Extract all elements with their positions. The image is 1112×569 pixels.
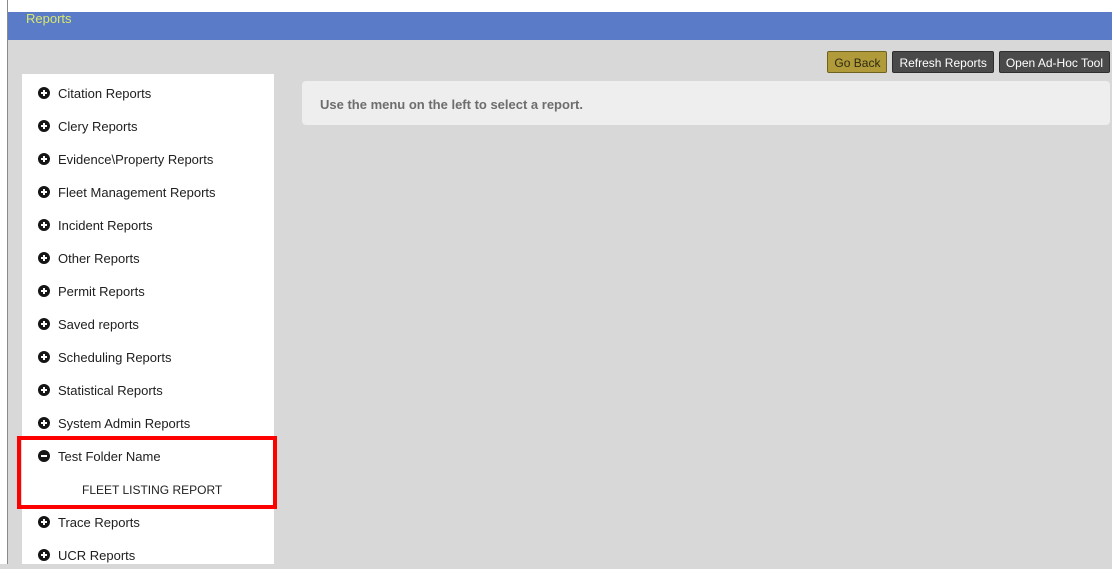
header-bar: Reports <box>8 0 1112 40</box>
plus-circle-icon <box>38 219 50 231</box>
sidebar-item-test-folder-name[interactable]: Test Folder Name <box>22 442 274 470</box>
plus-circle-icon <box>38 549 50 561</box>
plus-circle-icon <box>38 120 50 132</box>
go-back-button[interactable]: Go Back <box>827 51 888 73</box>
plus-circle-icon <box>38 318 50 330</box>
plus-circle-icon <box>38 285 50 297</box>
sidebar-item-label: Test Folder Name <box>58 448 161 464</box>
message-panel: Use the menu on the left to select a rep… <box>302 81 1110 125</box>
sidebar-item-scheduling-reports[interactable]: Scheduling Reports <box>22 343 274 371</box>
instruction-message: Use the menu on the left to select a rep… <box>320 97 583 112</box>
report-menu: Citation Reports Clery Reports Evidence\… <box>22 74 274 564</box>
sidebar-item-label: Scheduling Reports <box>58 349 172 365</box>
sidebar-item-label: UCR Reports <box>58 547 136 563</box>
open-adhoc-tool-button[interactable]: Open Ad-Hoc Tool <box>998 51 1110 73</box>
plus-circle-icon <box>38 417 50 429</box>
sidebar-item-label: Citation Reports <box>58 85 152 101</box>
sidebar-item-ucr-reports[interactable]: UCR Reports <box>22 541 274 569</box>
plus-circle-icon <box>38 384 50 396</box>
sidebar-item-label: Evidence\Property Reports <box>58 151 214 167</box>
sidebar-item-label: Incident Reports <box>58 217 153 233</box>
toolbar: Go Back Refresh Reports Open Ad-Hoc Tool <box>827 51 1110 73</box>
sidebar-item-system-admin-reports[interactable]: System Admin Reports <box>22 409 274 437</box>
sidebar-item-label: Fleet Management Reports <box>58 184 216 200</box>
plus-circle-icon <box>38 153 50 165</box>
plus-circle-icon <box>38 252 50 264</box>
plus-circle-icon <box>38 516 50 528</box>
sidebar-item-other-reports[interactable]: Other Reports <box>22 244 274 272</box>
plus-circle-icon <box>38 87 50 99</box>
sidebar-item-label: Permit Reports <box>58 283 145 299</box>
sidebar-item-label: Clery Reports <box>58 118 138 134</box>
sidebar-item-clery-reports[interactable]: Clery Reports <box>22 112 274 140</box>
plus-circle-icon <box>38 186 50 198</box>
page-title: Reports <box>26 11 72 26</box>
sidebar-item-statistical-reports[interactable]: Statistical Reports <box>22 376 274 404</box>
sidebar-item-incident-reports[interactable]: Incident Reports <box>22 211 274 239</box>
sidebar-item-citation-reports[interactable]: Citation Reports <box>22 79 274 107</box>
sidebar-item-fleet-management-reports[interactable]: Fleet Management Reports <box>22 178 274 206</box>
sidebar-item-label: Other Reports <box>58 250 140 266</box>
refresh-reports-button[interactable]: Refresh Reports <box>892 51 994 73</box>
sidebar-item-trace-reports[interactable]: Trace Reports <box>22 508 274 536</box>
minus-circle-icon <box>38 450 50 462</box>
sidebar-subitem-fleet-listing-report[interactable]: FLEET LISTING REPORT <box>82 483 222 497</box>
sidebar-item-evidence-property-reports[interactable]: Evidence\Property Reports <box>22 145 274 173</box>
sidebar-item-label: System Admin Reports <box>58 415 191 431</box>
sidebar-item-permit-reports[interactable]: Permit Reports <box>22 277 274 305</box>
plus-circle-icon <box>38 351 50 363</box>
sidebar-item-label: Statistical Reports <box>58 382 163 398</box>
sidebar-item-label: Saved reports <box>58 316 139 332</box>
left-edge <box>0 0 8 564</box>
sidebar-item-label: Trace Reports <box>58 514 140 530</box>
sidebar-item-saved-reports[interactable]: Saved reports <box>22 310 274 338</box>
